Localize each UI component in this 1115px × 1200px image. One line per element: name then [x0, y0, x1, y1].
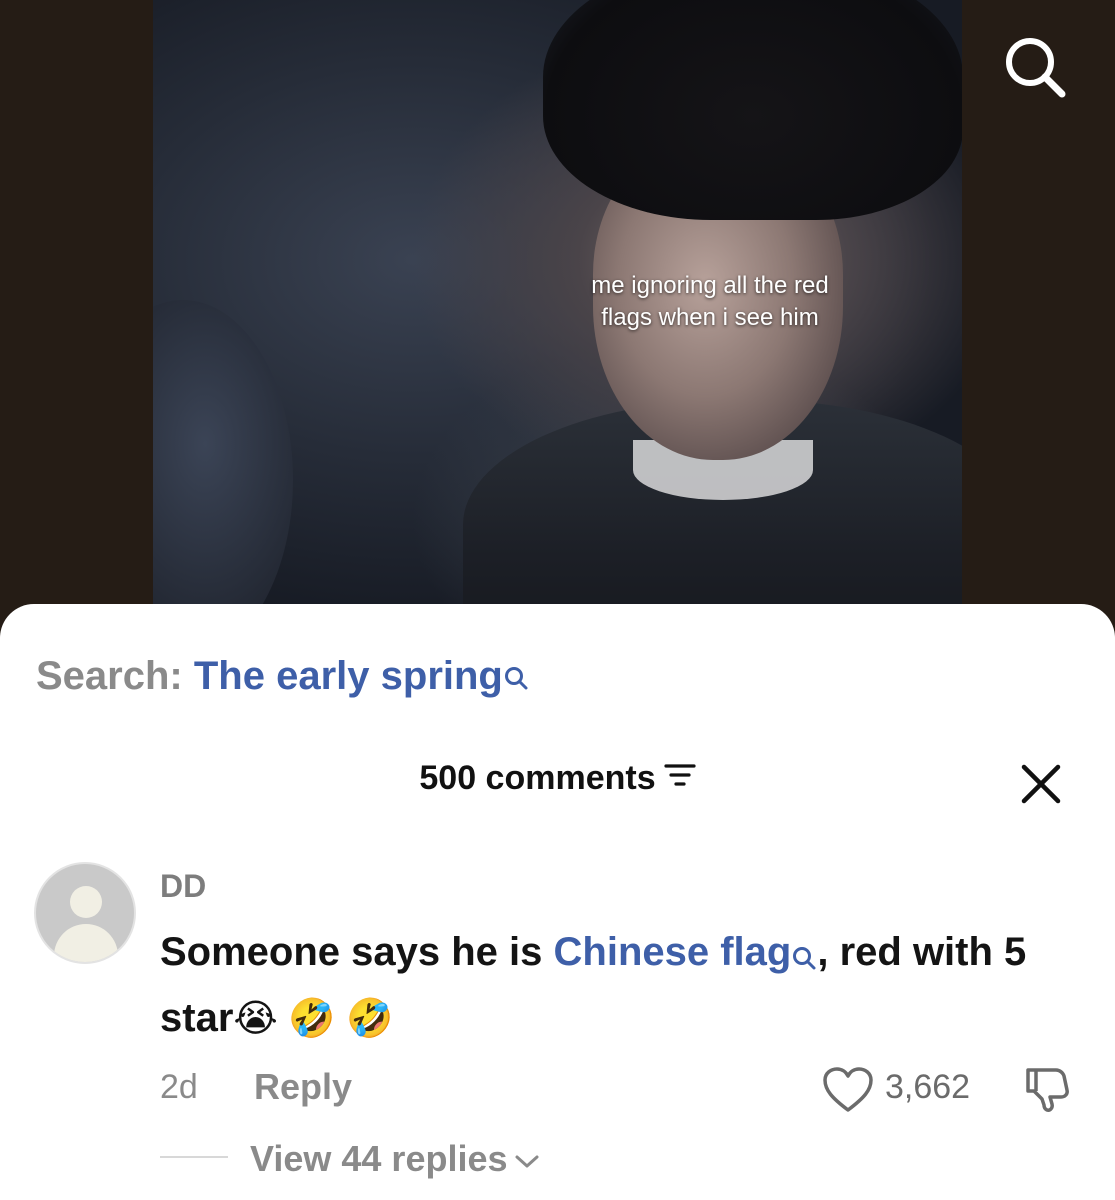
like-count: 3,662 [885, 1068, 971, 1106]
search-icon [791, 928, 817, 988]
search-prefix-label: Search: [36, 654, 183, 698]
comment-search-link[interactable]: Chinese flag [554, 930, 792, 974]
comments-sheet: Search: The early spring 500 comments DD… [0, 604, 1115, 1200]
chevron-down-icon [514, 1137, 540, 1179]
search-icon[interactable] [998, 30, 1072, 104]
filter-lines-icon[interactable] [664, 759, 696, 798]
comments-count: 500 comments [419, 759, 656, 797]
reply-button[interactable]: Reply [254, 1066, 352, 1108]
video-background: me ignoring all the red flags when i see… [0, 0, 1115, 640]
comment-emojis: 😭 🤣 🤣 [233, 998, 394, 1040]
video-caption: me ignoring all the red flags when i see… [591, 272, 829, 331]
heart-icon[interactable] [822, 1066, 874, 1119]
close-icon[interactable] [1016, 759, 1066, 809]
video-figure-hair [543, 0, 962, 220]
comments-header: 500 comments [0, 759, 1115, 798]
video-player[interactable]: me ignoring all the red flags when i see… [153, 0, 962, 606]
view-replies-button[interactable]: View 44 replies [250, 1138, 540, 1180]
comment-username[interactable]: DD [160, 868, 206, 905]
comment-text-before: Someone says he is [160, 930, 554, 974]
search-icon [503, 656, 529, 701]
avatar[interactable] [34, 862, 136, 964]
search-suggestion[interactable]: Search: The early spring [36, 654, 529, 701]
avatar-head-shape [70, 886, 102, 918]
search-term-link[interactable]: The early spring [194, 654, 503, 698]
thumbs-down-icon[interactable] [1020, 1064, 1072, 1121]
view-replies-label: View 44 replies [250, 1138, 508, 1179]
comment-age: 2d [160, 1068, 198, 1106]
comment-text: Someone says he is Chinese flag, red wit… [160, 922, 1080, 1049]
replies-divider [160, 1156, 228, 1158]
avatar-body-shape [54, 924, 118, 962]
video-figure-left [153, 300, 293, 606]
